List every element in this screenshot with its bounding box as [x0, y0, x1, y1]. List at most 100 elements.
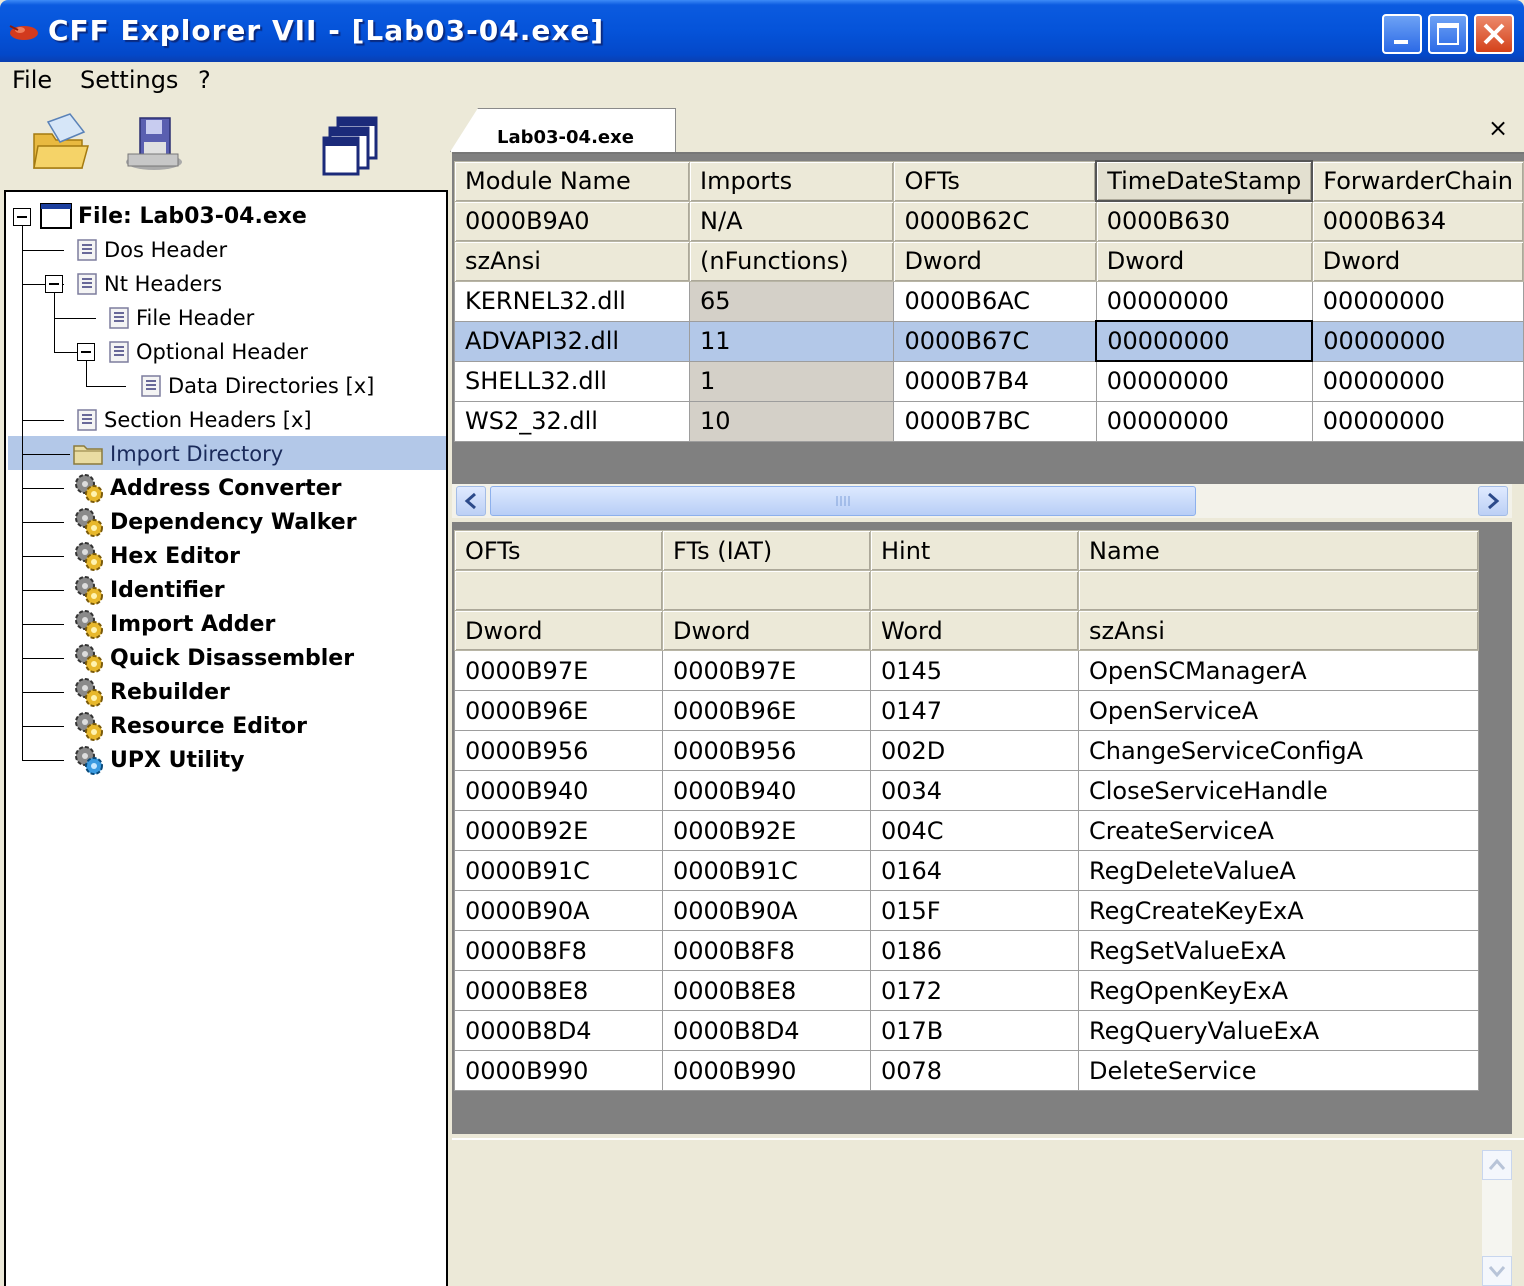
- tree-tool-upx-utility[interactable]: UPX Utility: [72, 744, 244, 776]
- tree-item-file-header[interactable]: File Header: [108, 302, 254, 334]
- scroll-right-button[interactable]: [1478, 486, 1508, 516]
- ofts-cell[interactable]: 0000B92E: [454, 810, 663, 851]
- ofts-cell[interactable]: 0000B8D4: [454, 1010, 663, 1051]
- timedatestamp-cell[interactable]: 00000000: [1095, 280, 1313, 322]
- collapse-nt-headers-toggle[interactable]: [45, 275, 63, 293]
- tree-item-optional-header[interactable]: Optional Header: [108, 336, 308, 368]
- hint-cell[interactable]: 0034: [870, 770, 1079, 811]
- hint-cell[interactable]: 0172: [870, 970, 1079, 1011]
- table-row[interactable]: 0000B940 0000B940 0034 CloseServiceHandle: [454, 770, 1479, 811]
- scroll-down-button[interactable]: [1482, 1256, 1512, 1286]
- minimize-button[interactable]: [1382, 14, 1422, 54]
- name-cell[interactable]: CloseServiceHandle: [1078, 770, 1479, 811]
- close-button[interactable]: [1474, 14, 1514, 54]
- name-cell[interactable]: RegSetValueExA: [1078, 930, 1479, 971]
- menu-settings[interactable]: Settings: [80, 66, 178, 94]
- table-row-selected[interactable]: ADVAPI32.dll 11 0000B67C 00000000 000000…: [453, 320, 1524, 362]
- ofts-cell[interactable]: 0000B97E: [454, 650, 663, 691]
- name-cell[interactable]: OpenServiceA: [1078, 690, 1479, 731]
- name-cell[interactable]: DeleteService: [1078, 1050, 1479, 1091]
- table-row[interactable]: 0000B91C 0000B91C 0164 RegDeleteValueA: [454, 850, 1479, 891]
- fts-iat-cell[interactable]: 0000B8D4: [662, 1010, 871, 1051]
- ofts-cell[interactable]: 0000B90A: [454, 890, 663, 931]
- info-panel[interactable]: [452, 1138, 1524, 1286]
- fts-iat-cell[interactable]: 0000B956: [662, 730, 871, 771]
- forwarderchain-cell[interactable]: 00000000: [1311, 280, 1524, 322]
- title-bar[interactable]: CFF Explorer VII - [Lab03-04.exe]: [0, 0, 1524, 62]
- scroll-up-button[interactable]: [1482, 1150, 1512, 1180]
- tree-item-nt-headers[interactable]: Nt Headers: [76, 268, 222, 300]
- ofts-cell[interactable]: 0000B7BC: [893, 400, 1097, 442]
- tree-tool-address-converter[interactable]: Address Converter: [72, 472, 341, 504]
- table-row[interactable]: 0000B8D4 0000B8D4 017B RegQueryValueExA: [454, 1010, 1479, 1051]
- ofts-cell[interactable]: 0000B6AC: [893, 280, 1097, 322]
- table-row[interactable]: 0000B8E8 0000B8E8 0172 RegOpenKeyExA: [454, 970, 1479, 1011]
- ofts-cell[interactable]: 0000B990: [454, 1050, 663, 1091]
- open-icon[interactable]: [30, 112, 92, 172]
- table-row[interactable]: 0000B956 0000B956 002D ChangeServiceConfigA: [454, 730, 1479, 771]
- close-tab-icon[interactable]: ×: [1488, 114, 1508, 142]
- hint-cell[interactable]: 0147: [870, 690, 1079, 731]
- menu-file[interactable]: File: [12, 66, 52, 94]
- fts-iat-cell[interactable]: 0000B96E: [662, 690, 871, 731]
- hint-cell[interactable]: 0164: [870, 850, 1079, 891]
- fts-iat-cell[interactable]: 0000B92E: [662, 810, 871, 851]
- windows-icon[interactable]: [322, 114, 380, 176]
- timedatestamp-cell[interactable]: 00000000: [1095, 360, 1313, 402]
- collapse-root-toggle[interactable]: [13, 208, 31, 226]
- collapse-optional-header-toggle[interactable]: [77, 343, 95, 361]
- forwarderchain-cell[interactable]: 00000000: [1311, 360, 1524, 402]
- tree-tool-identifier[interactable]: Identifier: [72, 574, 225, 606]
- forwarderchain-cell[interactable]: 00000000: [1311, 320, 1524, 362]
- module-name-cell[interactable]: KERNEL32.dll: [453, 280, 691, 322]
- fts-iat-cell[interactable]: 0000B8E8: [662, 970, 871, 1011]
- fts-iat-cell[interactable]: 0000B97E: [662, 650, 871, 691]
- hint-cell[interactable]: 015F: [870, 890, 1079, 931]
- ofts-cell[interactable]: 0000B8F8: [454, 930, 663, 971]
- tree-tool-rebuilder[interactable]: Rebuilder: [72, 676, 230, 708]
- ofts-cell[interactable]: 0000B8E8: [454, 970, 663, 1011]
- table-row[interactable]: 0000B96E 0000B96E 0147 OpenServiceA: [454, 690, 1479, 731]
- name-cell[interactable]: CreateServiceA: [1078, 810, 1479, 851]
- name-cell[interactable]: OpenSCManagerA: [1078, 650, 1479, 691]
- column-header[interactable]: ForwarderChain: [1311, 160, 1524, 202]
- table-row[interactable]: 0000B97E 0000B97E 0145 OpenSCManagerA: [454, 650, 1479, 691]
- module-name-cell[interactable]: ADVAPI32.dll: [453, 320, 691, 362]
- menu-help[interactable]: ?: [198, 66, 211, 94]
- scroll-left-button[interactable]: [456, 486, 486, 516]
- column-header[interactable]: FTs (IAT): [662, 530, 871, 571]
- hint-cell[interactable]: 017B: [870, 1010, 1079, 1051]
- ofts-cell[interactable]: 0000B7B4: [893, 360, 1097, 402]
- table-row[interactable]: 0000B90A 0000B90A 015F RegCreateKeyExA: [454, 890, 1479, 931]
- fts-iat-cell[interactable]: 0000B940: [662, 770, 871, 811]
- ofts-cell[interactable]: 0000B91C: [454, 850, 663, 891]
- table-row[interactable]: 0000B8F8 0000B8F8 0186 RegSetValueExA: [454, 930, 1479, 971]
- timedatestamp-cell[interactable]: 00000000: [1095, 320, 1314, 362]
- column-header[interactable]: OFTs: [454, 530, 663, 571]
- module-name-cell[interactable]: WS2_32.dll: [453, 400, 691, 442]
- name-cell[interactable]: RegCreateKeyExA: [1078, 890, 1479, 931]
- name-cell[interactable]: ChangeServiceConfigA: [1078, 730, 1479, 771]
- hint-cell[interactable]: 004C: [870, 810, 1079, 851]
- name-cell[interactable]: RegDeleteValueA: [1078, 850, 1479, 891]
- timedatestamp-cell[interactable]: 00000000: [1095, 400, 1313, 442]
- save-icon[interactable]: [122, 114, 184, 174]
- tree-item-data-directories[interactable]: Data Directories [x]: [140, 370, 374, 402]
- horizontal-scrollbar[interactable]: [452, 484, 1512, 518]
- column-header[interactable]: Hint: [870, 530, 1079, 571]
- name-cell[interactable]: RegOpenKeyExA: [1078, 970, 1479, 1011]
- ofts-cell[interactable]: 0000B96E: [454, 690, 663, 731]
- hint-cell[interactable]: 0145: [870, 650, 1079, 691]
- tree-tool-hex-editor[interactable]: Hex Editor: [72, 540, 240, 572]
- hint-cell[interactable]: 0186: [870, 930, 1079, 971]
- hint-cell[interactable]: 0078: [870, 1050, 1079, 1091]
- tree-tool-quick-disassembler[interactable]: Quick Disassembler: [72, 642, 354, 674]
- hint-cell[interactable]: 002D: [870, 730, 1079, 771]
- name-cell[interactable]: RegQueryValueExA: [1078, 1010, 1479, 1051]
- scroll-thumb[interactable]: [490, 486, 1196, 516]
- tree-item-dos-header[interactable]: Dos Header: [76, 234, 227, 266]
- ofts-cell[interactable]: 0000B956: [454, 730, 663, 771]
- tree-tool-resource-editor[interactable]: Resource Editor: [72, 710, 307, 742]
- column-header[interactable]: TimeDateStamp: [1095, 160, 1314, 202]
- table-row[interactable]: SHELL32.dll 1 0000B7B4 00000000 00000000: [453, 360, 1524, 402]
